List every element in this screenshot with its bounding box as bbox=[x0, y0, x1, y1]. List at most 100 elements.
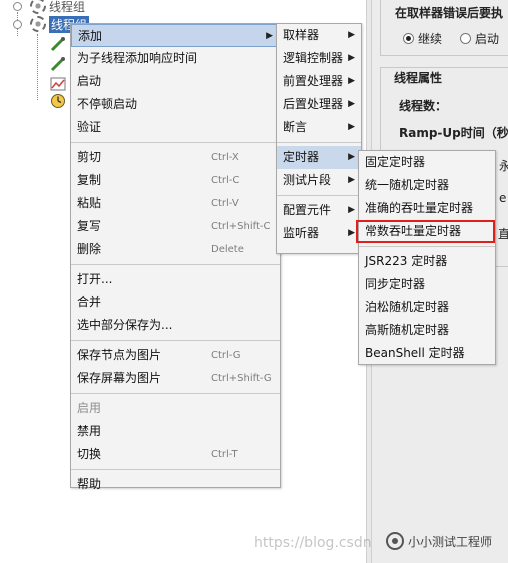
context-menu-item-7[interactable]: 粘贴 Ctrl-V bbox=[71, 192, 280, 215]
radio-label: 启动 bbox=[475, 32, 500, 46]
tree-toggle[interactable] bbox=[13, 2, 22, 11]
menu-item-label: 添加 bbox=[78, 29, 103, 43]
menu-item-label: 测试片段 bbox=[283, 173, 332, 187]
menu-separator bbox=[71, 264, 280, 265]
context-menu-item-15[interactable]: 启用 bbox=[71, 397, 280, 420]
submenu-arrow-icon: ▶ bbox=[348, 205, 355, 215]
context-menu-item-2[interactable]: 启动 bbox=[71, 70, 280, 93]
on-error-title: 在取样器错误后要执 bbox=[395, 6, 504, 20]
menu-item-label: 剪切 bbox=[77, 150, 102, 164]
thread-count-label: 线程数： bbox=[399, 99, 448, 113]
radio-icon bbox=[460, 33, 471, 44]
menu-item-label: 逻辑控制器 bbox=[283, 51, 344, 65]
menu-item-label: 合并 bbox=[77, 295, 102, 309]
sampler-icon bbox=[50, 37, 65, 52]
timer-submenu-item-1[interactable]: 统一随机定时器 bbox=[359, 174, 495, 197]
add-submenu-item-0[interactable]: 取样器 ▶ bbox=[277, 24, 361, 47]
context-menu-item-6[interactable]: 复制 Ctrl-C bbox=[71, 169, 280, 192]
label-fragment-e: e bbox=[499, 191, 507, 205]
context-menu-item-17[interactable]: 切换 Ctrl-T bbox=[71, 443, 280, 466]
add-submenu-item-4[interactable]: 断言 ▶ bbox=[277, 116, 361, 139]
context-menu-item-0[interactable]: 添加 ▶ bbox=[71, 24, 280, 47]
menu-item-label: 同步定时器 bbox=[365, 277, 426, 291]
menu-item-label: 为子线程添加响应时间 bbox=[77, 51, 198, 65]
context-menu-item-14[interactable]: 保存屏幕为图片 Ctrl+Shift-G bbox=[71, 367, 280, 390]
submenu-arrow-icon: ▶ bbox=[348, 228, 355, 238]
context-menu-item-1[interactable]: 为子线程添加响应时间 bbox=[71, 47, 280, 70]
context-menu-item-18[interactable]: 帮助 bbox=[71, 473, 280, 496]
menu-item-label: 前置处理器 bbox=[283, 74, 344, 88]
menu-item-label: 监听器 bbox=[283, 226, 320, 240]
context-menu-item-8[interactable]: 复写 Ctrl+Shift-C bbox=[71, 215, 280, 238]
menu-item-shortcut: Ctrl-C bbox=[211, 175, 240, 186]
label-fragment-zhi: 直 bbox=[498, 227, 508, 241]
menu-item-shortcut: Ctrl+Shift-G bbox=[211, 373, 272, 384]
menu-item-label: 启动 bbox=[77, 74, 102, 88]
highlight-annotation-box bbox=[356, 220, 495, 243]
menu-item-shortcut: Ctrl-G bbox=[211, 350, 241, 361]
on-error-start-next-radio[interactable]: 启动 bbox=[460, 30, 499, 47]
timer-submenu-item-2[interactable]: 准确的吞吐量定时器 bbox=[359, 197, 495, 220]
timer-submenu: 固定定时器 统一随机定时器 准确的吞吐量定时器 常数吞吐量定时器 JSR223 定时器同… bbox=[358, 150, 496, 365]
on-error-continue-radio[interactable]: 继续 bbox=[403, 30, 442, 47]
menu-item-shortcut: Ctrl-V bbox=[211, 198, 239, 209]
menu-item-shortcut: Delete bbox=[211, 244, 244, 255]
add-submenu-item-7[interactable]: 配置元件 ▶ bbox=[277, 199, 361, 222]
tree-node-thread-group[interactable]: 线程组 bbox=[30, 0, 85, 15]
context-menu-item-11[interactable]: 合并 bbox=[71, 291, 280, 314]
menu-item-label: 不停顿启动 bbox=[77, 97, 138, 111]
timer-submenu-item-5[interactable]: 同步定时器 bbox=[359, 273, 495, 296]
timer-submenu-item-7[interactable]: 高斯随机定时器 bbox=[359, 319, 495, 342]
tree-connector bbox=[37, 34, 38, 100]
menu-item-label: 粘贴 bbox=[77, 196, 102, 210]
gear-icon bbox=[30, 16, 46, 32]
menu-item-label: 高斯随机定时器 bbox=[365, 323, 450, 337]
menu-separator bbox=[71, 469, 280, 470]
add-submenu-item-2[interactable]: 前置处理器 ▶ bbox=[277, 70, 361, 93]
menu-item-shortcut: Ctrl-X bbox=[211, 152, 239, 163]
menu-item-label: 统一随机定时器 bbox=[365, 178, 450, 192]
add-submenu-item-8[interactable]: 监听器 ▶ bbox=[277, 222, 361, 245]
context-menu-item-12[interactable]: 选中部分保存为... bbox=[71, 314, 280, 337]
add-submenu-item-6[interactable]: 测试片段 ▶ bbox=[277, 169, 361, 192]
sampler-icon bbox=[50, 57, 65, 72]
menu-separator bbox=[71, 340, 280, 341]
timer-submenu-item-4[interactable]: JSR223 定时器 bbox=[359, 250, 495, 273]
timer-submenu-item-6[interactable]: 泊松随机定时器 bbox=[359, 296, 495, 319]
add-submenu-item-1[interactable]: 逻辑控制器 ▶ bbox=[277, 47, 361, 70]
tree-node-label: 线程组 bbox=[49, 0, 86, 14]
add-submenu: 取样器 ▶ 逻辑控制器 ▶ 前置处理器 ▶ 后置处理器 ▶ 断言 ▶ 定时器 ▶ 测试片段 ▶ 配置元件 ▶ 监… bbox=[276, 23, 362, 254]
submenu-arrow-icon: ▶ bbox=[348, 99, 355, 109]
ramp-up-label: Ramp-Up时间（秒 bbox=[399, 126, 508, 140]
menu-item-label: 配置元件 bbox=[283, 203, 332, 217]
context-menu-item-4[interactable]: 验证 bbox=[71, 116, 280, 139]
context-menu-item-16[interactable]: 禁用 bbox=[71, 420, 280, 443]
context-menu-item-13[interactable]: 保存节点为图片 Ctrl-G bbox=[71, 344, 280, 367]
menu-item-label: 后置处理器 bbox=[283, 97, 344, 111]
context-menu-item-5[interactable]: 剪切 Ctrl-X bbox=[71, 146, 280, 169]
loop-forever-fragment: 永 bbox=[499, 159, 508, 173]
context-menu-item-9[interactable]: 删除 Delete bbox=[71, 238, 280, 261]
tree-toggle[interactable] bbox=[13, 20, 22, 29]
menu-item-label: 禁用 bbox=[77, 424, 102, 438]
submenu-arrow-icon: ▶ bbox=[348, 152, 355, 162]
add-submenu-item-3[interactable]: 后置处理器 ▶ bbox=[277, 93, 361, 116]
listener-icon bbox=[50, 77, 66, 91]
submenu-arrow-icon: ▶ bbox=[348, 53, 355, 63]
menu-item-label: JSR223 定时器 bbox=[365, 254, 448, 268]
menu-separator bbox=[359, 246, 495, 247]
menu-item-label: 选中部分保存为... bbox=[77, 318, 173, 332]
timer-submenu-item-8[interactable]: BeanShell 定时器 bbox=[359, 342, 495, 365]
tree-context-menu: 添加 ▶ 为子线程添加响应时间 启动 不停顿启动 验证 剪切 Ctrl-X 复制 Ctrl-C 粘贴… bbox=[70, 23, 281, 491]
watermark-url: https://blog.csdn bbox=[254, 535, 372, 551]
timer-icon bbox=[51, 94, 65, 108]
menu-item-label: 帮助 bbox=[77, 477, 102, 491]
menu-item-label: 验证 bbox=[77, 120, 102, 134]
context-menu-item-10[interactable]: 打开... bbox=[71, 268, 280, 291]
thread-properties-title: 线程属性 bbox=[394, 71, 443, 85]
context-menu-item-3[interactable]: 不停顿启动 bbox=[71, 93, 280, 116]
menu-item-label: BeanShell 定时器 bbox=[365, 346, 465, 360]
menu-item-label: 复写 bbox=[77, 219, 102, 233]
add-submenu-item-5[interactable]: 定时器 ▶ bbox=[277, 146, 361, 169]
timer-submenu-item-0[interactable]: 固定定时器 bbox=[359, 151, 495, 174]
